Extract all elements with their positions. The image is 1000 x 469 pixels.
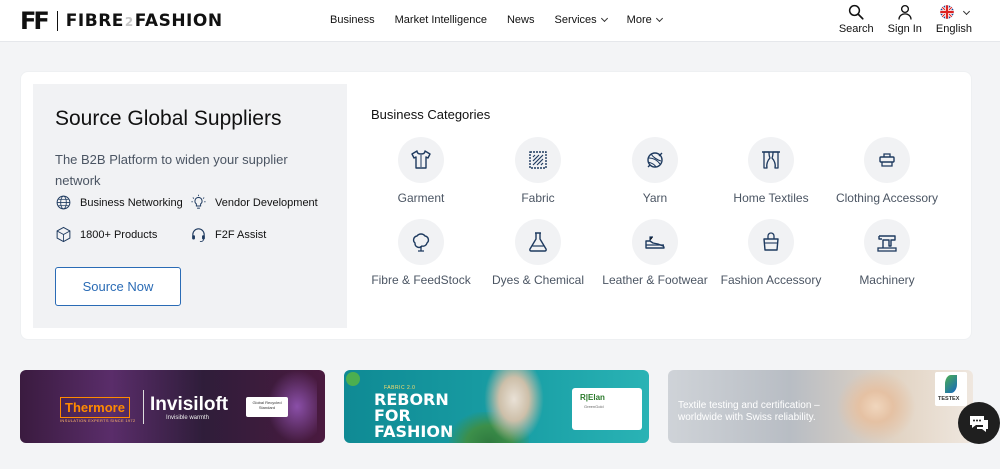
- main-nav: Business Market Intelligence News Servic…: [330, 0, 663, 40]
- chat-icon: [970, 416, 988, 432]
- search-icon: [849, 4, 864, 20]
- category-home-textiles[interactable]: Home Textiles: [711, 137, 831, 206]
- banner-couple-image: [836, 370, 916, 443]
- site-header: FF FIBRE2FASHION Business Market Intelli…: [0, 0, 1000, 42]
- banner-testex[interactable]: Textile testing and certification – worl…: [668, 370, 973, 443]
- site-logo[interactable]: FF FIBRE2FASHION: [20, 8, 223, 34]
- category-garment[interactable]: Garment: [361, 137, 481, 206]
- relan-subtitle: GreenGold: [584, 404, 604, 409]
- category-fabric[interactable]: Fabric: [478, 137, 598, 206]
- bulb-icon: [191, 194, 206, 209]
- leaf-icon: [346, 372, 360, 386]
- nav-business[interactable]: Business: [330, 14, 375, 26]
- search-label: Search: [838, 23, 874, 35]
- source-title: Source Global Suppliers: [55, 107, 282, 130]
- invisiloft-logo: Invisiloft: [150, 394, 229, 415]
- headset-icon: [192, 228, 205, 243]
- grs-badge: Global Recycled Standard: [246, 397, 288, 417]
- banner-divider: [143, 390, 144, 424]
- invisiloft-subtitle: Invisible warmth: [166, 415, 210, 421]
- language-label: English: [935, 23, 972, 35]
- logo-mark: FF: [20, 7, 50, 35]
- feature-business-networking: Business Networking: [55, 194, 183, 211]
- category-leather-footwear[interactable]: Leather & Footwear: [595, 219, 715, 288]
- source-card: Source Global Suppliers The B2B Platform…: [20, 71, 972, 340]
- business-categories-title: Business Categories: [371, 107, 491, 122]
- nav-services[interactable]: Services: [554, 14, 608, 26]
- category-yarn[interactable]: Yarn: [595, 137, 715, 206]
- logo-wordmark: FIBRE2FASHION: [65, 11, 223, 31]
- relan-card: R|Elan GreenGold: [572, 388, 642, 430]
- chevron-down-icon: [963, 7, 971, 16]
- yarn-icon: [647, 152, 663, 168]
- thermore-tagline: INSULATION EXPERTS SINCE 1972: [60, 418, 136, 423]
- banner-thermore[interactable]: Thermore INSULATION EXPERTS SINCE 1972 I…: [20, 370, 325, 443]
- nav-news[interactable]: News: [507, 14, 535, 26]
- category-dyes-chemical[interactable]: Dyes & Chemical: [478, 219, 598, 288]
- category-fibre-feedstock[interactable]: Fibre & FeedStock: [361, 219, 481, 288]
- category-fashion-accessory[interactable]: Fashion Accessory: [711, 219, 831, 288]
- accessory-icon: [879, 153, 895, 167]
- chevron-down-icon: [655, 14, 663, 23]
- feature-f2f-assist: F2F Assist: [190, 226, 266, 243]
- chat-button[interactable]: [958, 402, 1000, 444]
- garment-icon: [411, 150, 431, 169]
- fabric-icon: [529, 151, 547, 169]
- search-button[interactable]: Search: [839, 3, 874, 35]
- sign-in-button[interactable]: Sign In: [888, 3, 922, 35]
- shoe-icon: [645, 236, 665, 249]
- box-icon: [56, 226, 71, 243]
- source-now-button[interactable]: Source Now: [55, 267, 181, 306]
- globe-icon: [56, 195, 71, 210]
- bag-icon: [763, 232, 779, 251]
- source-subtitle: The B2B Platform to widen your supplier …: [55, 152, 288, 188]
- thermore-logo: Thermore: [60, 397, 130, 418]
- chevron-down-icon: [600, 14, 608, 23]
- testex-leaf-icon: [945, 375, 957, 393]
- feature-vendor-development: Vendor Development: [190, 194, 318, 211]
- fibre-icon: [412, 233, 430, 252]
- testex-tagline: Textile testing and certification – worl…: [678, 400, 820, 423]
- testex-logo: TESTEX: [935, 372, 967, 406]
- language-selector[interactable]: English: [936, 3, 972, 35]
- user-icon: [898, 4, 912, 20]
- category-clothing-accessory[interactable]: Clothing Accessory: [827, 137, 947, 206]
- sewing-machine-icon: [877, 235, 897, 252]
- banner-reliance[interactable]: FABRIC 2.0 REBORN FOR FASHION R|Elan Gre…: [344, 370, 649, 443]
- uk-flag-icon: [940, 5, 955, 19]
- header-tools: Search Sign In English: [839, 3, 972, 35]
- category-machinery[interactable]: Machinery: [827, 219, 947, 288]
- curtain-icon: [762, 151, 780, 169]
- sign-in-label: Sign In: [887, 23, 922, 35]
- feature-products: 1800+ Products: [55, 226, 157, 243]
- flask-icon: [529, 232, 547, 252]
- banner-model-image: [484, 370, 544, 443]
- nav-more[interactable]: More: [627, 14, 663, 26]
- nav-market-intelligence[interactable]: Market Intelligence: [395, 14, 487, 26]
- relan-logo: R|Elan: [580, 393, 605, 402]
- logo-divider: [56, 11, 58, 31]
- source-panel: Source Global Suppliers The B2B Platform…: [33, 84, 347, 328]
